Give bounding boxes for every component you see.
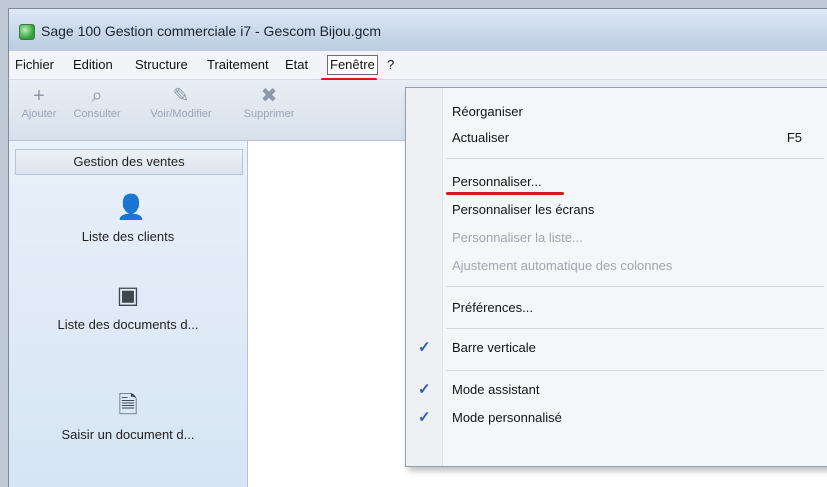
window-title: Sage 100 Gestion commerciale i7 - Gescom…: [41, 23, 382, 39]
menu-item-mode-assistant[interactable]: Mode assistant: [452, 382, 539, 397]
annotation-underline-personnaliser: [446, 192, 564, 195]
menu-edition[interactable]: Edition: [73, 56, 113, 74]
view-edit-button-label: Voir/Modifier: [150, 108, 212, 120]
menu-bar: Fichier Edition Structure Traitement Eta…: [9, 51, 827, 80]
search-icon: ⌕: [91, 85, 103, 107]
menu-item-mode-personnalise[interactable]: Mode personnalisé: [452, 410, 562, 425]
person-icon: 👤: [116, 194, 146, 221]
menu-separator: [446, 328, 824, 329]
sidebar-item-liste-clients[interactable]: 👤 Liste des clients: [9, 193, 247, 244]
pencil-icon: ✎: [172, 85, 190, 107]
sage-app-icon: [19, 24, 35, 40]
menu-item-personnaliser-liste: Personnaliser la liste...: [452, 230, 583, 245]
sidebar-item-label: Liste des documents d...: [57, 317, 199, 332]
application-window: Sage 100 Gestion commerciale i7 - Gescom…: [8, 8, 827, 487]
new-document-icon: 🗎: [118, 392, 138, 419]
menu-item-ajustement-colonnes: Ajustement automatique des colonnes: [452, 258, 673, 273]
consult-button-label: Consulter: [73, 108, 121, 120]
menu-help[interactable]: ?: [387, 56, 394, 74]
checkmark-icon: ✓: [418, 339, 431, 356]
menu-etat[interactable]: Etat: [285, 56, 308, 74]
plus-icon: +: [33, 85, 45, 107]
menu-structure[interactable]: Structure: [135, 56, 188, 74]
menu-item-personnaliser-ecrans[interactable]: Personnaliser les écrans: [452, 202, 594, 217]
menu-fenetre[interactable]: Fenêtre: [327, 55, 378, 75]
title-bar: Sage 100 Gestion commerciale i7 - Gescom…: [9, 9, 827, 51]
menu-item-barre-verticale[interactable]: Barre verticale: [452, 340, 536, 355]
add-button[interactable]: + Ajouter: [11, 84, 67, 120]
fenetre-dropdown-menu: Réorganiser Actualiser F5 Personnaliser.…: [405, 87, 827, 467]
shortcut-f5: F5: [786, 130, 802, 145]
consult-button[interactable]: ⌕ Consulter: [65, 84, 129, 120]
menu-item-personnaliser[interactable]: Personnaliser...: [452, 174, 542, 189]
menu-separator: [446, 286, 824, 287]
sidebar-item-liste-documents[interactable]: ▣ Liste des documents d...: [9, 281, 247, 332]
view-edit-button[interactable]: ✎ Voir/Modifier: [131, 84, 231, 120]
menu-item-reorganiser[interactable]: Réorganiser: [452, 104, 523, 119]
delete-icon: ✖: [260, 85, 278, 107]
menu-item-preferences[interactable]: Préférences...: [452, 300, 533, 315]
menu-traitement[interactable]: Traitement: [207, 56, 269, 74]
sidebar-gestion-ventes: Gestion des ventes 👤 Liste des clients ▣…: [9, 141, 248, 487]
delete-button[interactable]: ✖ Supprimer: [233, 84, 305, 120]
menu-separator: [446, 158, 824, 159]
menu-separator: [446, 370, 824, 371]
add-button-label: Ajouter: [21, 108, 57, 120]
menu-fichier[interactable]: Fichier: [15, 56, 54, 74]
checkmark-icon: ✓: [418, 381, 431, 398]
checkmark-icon: ✓: [418, 409, 431, 426]
menu-item-actualiser[interactable]: Actualiser: [452, 130, 509, 145]
sidebar-header[interactable]: Gestion des ventes: [15, 149, 243, 175]
sidebar-item-label: Saisir un document d...: [61, 427, 195, 442]
delete-button-label: Supprimer: [243, 108, 295, 120]
sidebar-item-saisir-document[interactable]: 🗎 Saisir un document d...: [9, 391, 247, 442]
sidebar-item-label: Liste des clients: [81, 229, 175, 244]
document-list-icon: ▣: [116, 282, 140, 309]
